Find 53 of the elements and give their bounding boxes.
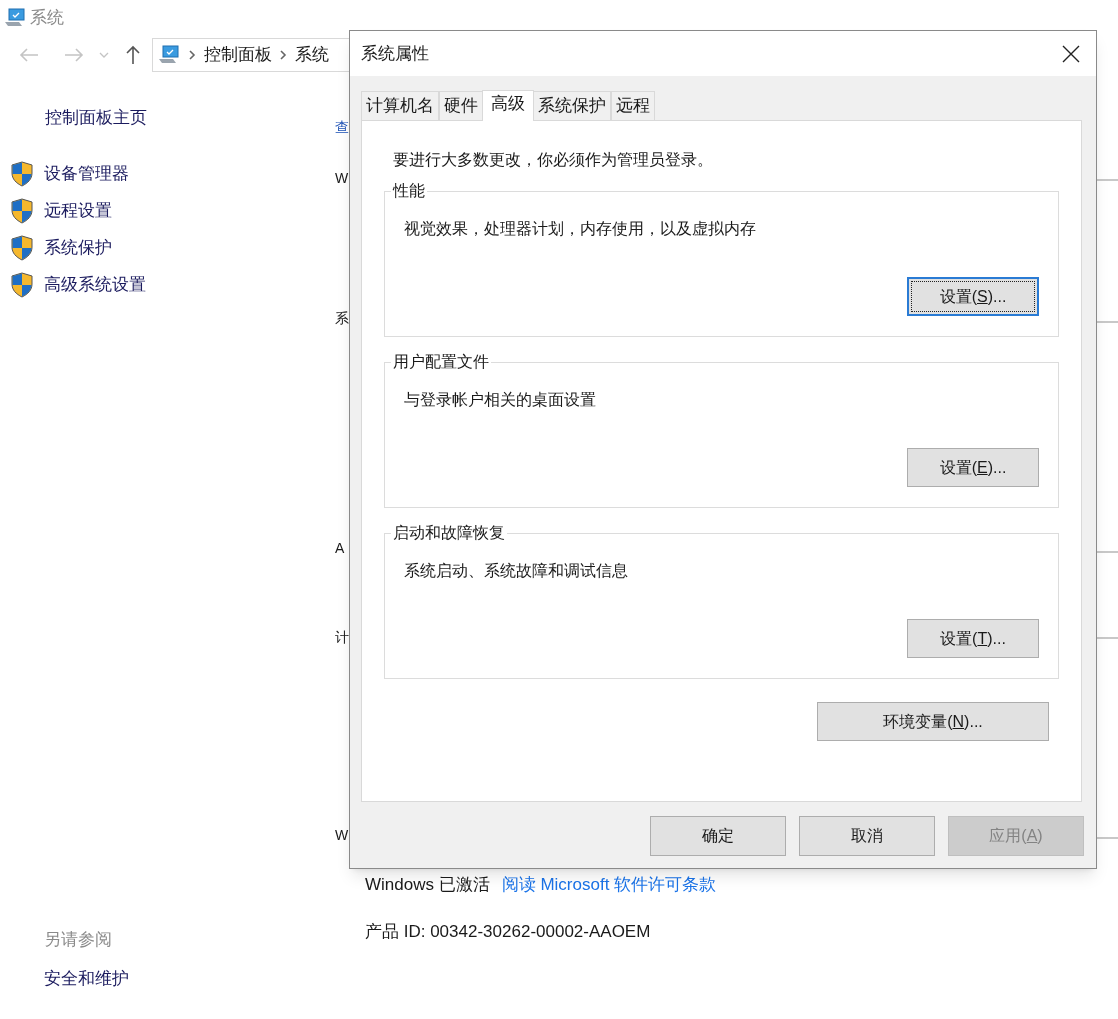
tab[interactable]: 远程 (611, 91, 655, 120)
dialog-button[interactable]: 确定 (650, 816, 786, 856)
settings-button[interactable]: 设置(T)... (907, 619, 1039, 658)
sidebar-link[interactable]: 系统保护 (44, 234, 112, 261)
close-icon[interactable] (1062, 44, 1080, 63)
product-id: 产品 ID: 00342-30262-00002-AAOEM (365, 920, 652, 943)
computer-icon (4, 7, 26, 28)
settings-button[interactable]: 设置(E)... (907, 448, 1039, 487)
sidebar-link[interactable]: 远程设置 (44, 197, 112, 224)
text-fragment: 系 (335, 309, 349, 328)
notice-text: 要进行大多数更改，你必须作为管理员登录。 (393, 150, 714, 170)
computer-icon (157, 45, 181, 65)
license-link[interactable]: 阅读 Microsoft 软件许可条款 (501, 872, 717, 898)
back-arrow-icon[interactable] (19, 47, 39, 63)
text-fragment: W (335, 826, 349, 845)
tab[interactable]: 高级 (482, 90, 534, 121)
text-fragment: A (335, 539, 345, 558)
sidebar-link[interactable]: 设备管理器 (44, 160, 129, 187)
text-fragment: W (335, 169, 349, 188)
dialog-button[interactable]: 取消 (799, 816, 935, 856)
up-arrow-icon[interactable] (125, 45, 141, 65)
shield-icon (10, 197, 34, 224)
tab[interactable]: 计算机名 (361, 91, 439, 120)
address-bar[interactable]: 控制面板 系统 (152, 38, 352, 72)
group-description: 系统启动、系统故障和调试信息 (404, 561, 629, 581)
shield-icon (10, 234, 34, 261)
link-fragment[interactable]: 查 (335, 117, 349, 138)
group-description: 视觉效果，处理器计划，内存使用，以及虚拟内存 (404, 219, 757, 239)
settings-button[interactable]: 设置(S)... (907, 277, 1039, 316)
tab[interactable]: 系统保护 (533, 91, 611, 120)
sidebar-link[interactable]: 安全和维护 (44, 965, 335, 991)
group-description: 与登录帐户相关的桌面设置 (404, 390, 597, 410)
sidebar-link[interactable]: 控制面板主页 (45, 105, 335, 131)
shield-icon (10, 160, 34, 187)
group-title: 用户配置文件 (391, 352, 491, 372)
tab[interactable]: 硬件 (439, 91, 483, 120)
breadcrumb-separator-icon (189, 50, 196, 60)
group-title: 性能 (391, 181, 427, 201)
forward-arrow-icon[interactable] (64, 47, 84, 63)
dialog-button: 应用(A) (948, 816, 1084, 856)
breadcrumb-item[interactable]: 系统 (295, 42, 329, 68)
sidebar-link[interactable]: 高级系统设置 (44, 271, 146, 298)
breadcrumb-item[interactable]: 控制面板 (204, 42, 272, 68)
shield-icon (10, 271, 34, 298)
activation-status: Windows 已激活 (365, 874, 490, 896)
settings-button[interactable]: 环境变量(N)... (817, 702, 1049, 741)
chevron-down-icon[interactable] (99, 52, 109, 58)
breadcrumb-separator-icon (280, 50, 287, 60)
group-title: 启动和故障恢复 (391, 523, 507, 543)
dialog-title: 系统属性 (361, 42, 429, 65)
window-title: 系统 (30, 6, 64, 29)
section-heading: 另请参阅 (44, 929, 113, 951)
text-fragment: 计 (335, 628, 349, 647)
